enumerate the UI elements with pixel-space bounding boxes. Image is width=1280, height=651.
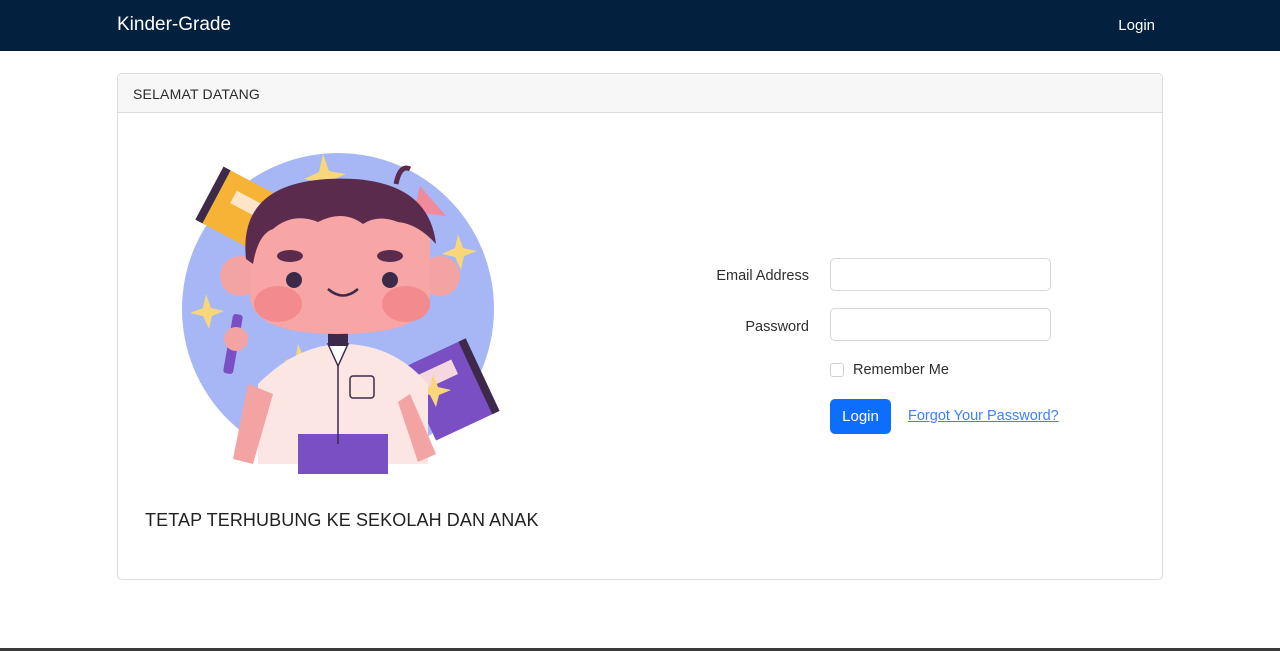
remember-me-checkbox[interactable] [830, 363, 844, 377]
password-label: Password [745, 319, 809, 335]
card-title: SELAMAT DATANG [133, 86, 261, 102]
remember-me-label[interactable]: Remember Me [853, 362, 949, 378]
forgot-password-link[interactable]: Forgot Your Password? [908, 408, 1059, 424]
card-header: SELAMAT DATANG [118, 74, 1162, 113]
tagline: TETAP TERHUBUNG KE SEKOLAH DAN ANAK [145, 510, 539, 530]
login-button[interactable]: Login [830, 399, 891, 434]
brand-link[interactable]: Kinder-Grade [117, 14, 231, 36]
password-input[interactable] [830, 308, 1051, 341]
welcome-card: SELAMAT DATANG TETAP TERHUBUNG KE SEKOLA… [117, 73, 1163, 580]
email-label: Email Address [716, 268, 809, 284]
navbar: Kinder-Grade Login [0, 0, 1280, 51]
nav-login-link[interactable]: Login [1118, 17, 1155, 34]
kid-illustration [182, 153, 500, 474]
email-input[interactable] [830, 258, 1051, 291]
